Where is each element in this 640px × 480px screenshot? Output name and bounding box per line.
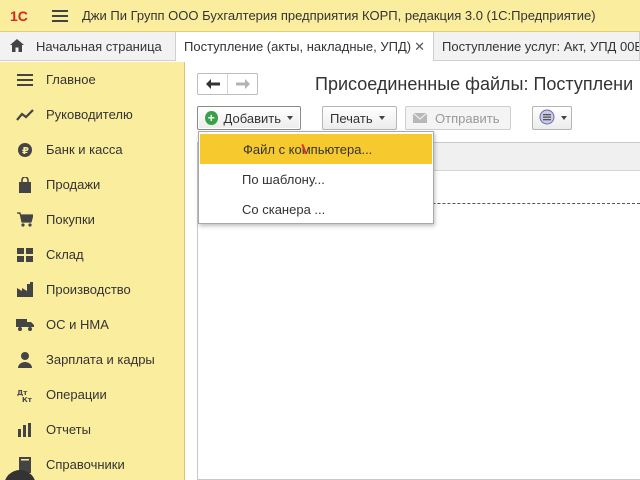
plus-circle-icon: + [205, 111, 218, 125]
tab-service-receipt-label: Поступление услуг: Акт, УПД 00БП-000 [442, 39, 639, 54]
sidebar-item-label: Покупки [46, 212, 95, 227]
tab-home[interactable]: Начальная страница [0, 32, 176, 61]
warehouse-icon [16, 246, 34, 264]
add-dropdown-menu: Файл с компьютера... По шаблону... Со ск… [198, 131, 434, 224]
sidebar-item-manager[interactable]: Руководителю [0, 97, 184, 132]
menu-lines-icon [16, 71, 34, 89]
chevron-down-icon [287, 116, 293, 120]
menu-item-label: По шаблону... [242, 171, 325, 187]
sidebar-item-label: Склад [46, 247, 84, 262]
svg-text:₽: ₽ [22, 146, 29, 157]
sidebar-item-label: Руководителю [46, 107, 133, 122]
more-icon [539, 109, 555, 128]
sidebar-item-purchases[interactable]: Покупки [0, 202, 184, 237]
menu-item-label: Файл с компьютера... [243, 141, 373, 157]
sidebar-item-label: Операции [46, 387, 107, 402]
1c-logo: 1С [10, 8, 38, 24]
arrow-right-icon [235, 79, 250, 89]
sidebar-item-reports[interactable]: Отчеты [0, 412, 184, 447]
toolbar: + Добавить Печать Отправить [197, 106, 637, 130]
trend-icon [16, 106, 34, 124]
menu-item-from-computer[interactable]: Файл с компьютера... [200, 134, 432, 164]
sidebar-item-operations[interactable]: Дт Кт Операции [0, 377, 184, 412]
chevron-down-icon [561, 116, 567, 120]
back-button[interactable] [198, 74, 227, 94]
print-button[interactable]: Печать [322, 106, 397, 130]
menu-item-from-scanner[interactable]: Со сканера ... [199, 194, 433, 224]
home-icon [10, 38, 24, 55]
sidebar-item-label: Отчеты [46, 422, 91, 437]
sidebar-item-label: Банк и касса [46, 142, 123, 157]
add-button[interactable]: + Добавить [197, 106, 301, 130]
main-content: Присоединенные файлы: Поступлени + Добав… [186, 62, 640, 480]
sidebar-item-main[interactable]: Главное [0, 62, 184, 97]
cart-icon [16, 211, 34, 229]
sidebar-item-fixed-assets[interactable]: ОС и НМА [0, 307, 184, 342]
print-button-label: Печать [330, 110, 373, 126]
tab-service-receipt[interactable]: Поступление услуг: Акт, УПД 00БП-000 [434, 32, 640, 61]
tabs-bar: Начальная страница Поступление (акты, на… [0, 32, 640, 61]
main-menu-icon[interactable] [52, 9, 68, 22]
sidebar-item-label: Зарплата и кадры [46, 352, 155, 367]
sidebar-item-label: Главное [46, 72, 96, 87]
sections-sidebar: Главное Руководителю ₽ Банк и касса Прод… [0, 62, 185, 480]
sidebar-item-label: Продажи [46, 177, 101, 192]
app-title: Джи Пи Групп ООО Бухгалтерия предприятия… [82, 8, 596, 23]
tab-receipts-list[interactable]: Поступление (акты, накладные, УПД) ✕ [176, 32, 434, 61]
sidebar-item-label: Справочники [46, 457, 125, 472]
menu-item-label: Со сканера ... [242, 201, 326, 217]
truck-icon [16, 316, 34, 334]
sidebar-item-label: Производство [46, 282, 131, 297]
sidebar-item-warehouse[interactable]: Склад [0, 237, 184, 272]
title-bar: 1С Джи Пи Групп ООО Бухгалтерия предприя… [0, 0, 640, 32]
sidebar-item-bank[interactable]: ₽ Банк и касса [0, 132, 184, 167]
envelope-icon [412, 111, 428, 126]
more-actions-button[interactable] [532, 106, 572, 130]
tab-receipts-label: Поступление (акты, накладные, УПД) [184, 39, 412, 54]
add-button-label: Добавить [223, 110, 281, 126]
send-button-label: Отправить [435, 110, 500, 126]
menu-item-from-template[interactable]: По шаблону... [199, 164, 433, 194]
sidebar-item-production[interactable]: Производство [0, 272, 184, 307]
person-icon [16, 351, 34, 369]
arrow-left-icon [205, 79, 220, 89]
ruble-coin-icon: ₽ [16, 141, 34, 159]
sidebar-item-sales[interactable]: Продажи [0, 167, 184, 202]
send-button[interactable]: Отправить [405, 106, 511, 130]
factory-icon [16, 281, 34, 299]
dt-kt-icon: Дт Кт [16, 386, 34, 404]
svg-text:Кт: Кт [22, 396, 33, 403]
tab-home-label: Начальная страница [36, 39, 162, 54]
svg-text:1С: 1С [10, 8, 28, 24]
shopping-bag-icon [16, 176, 34, 194]
bar-chart-icon [16, 421, 34, 439]
page-title: Присоединенные файлы: Поступлени [315, 74, 634, 94]
nav-buttons [197, 73, 258, 95]
sidebar-item-label: ОС и НМА [46, 317, 109, 332]
forward-button[interactable] [227, 74, 257, 94]
close-icon[interactable]: ✕ [414, 39, 425, 55]
sidebar-item-salary[interactable]: Зарплата и кадры [0, 342, 184, 377]
chevron-down-icon [378, 116, 385, 120]
